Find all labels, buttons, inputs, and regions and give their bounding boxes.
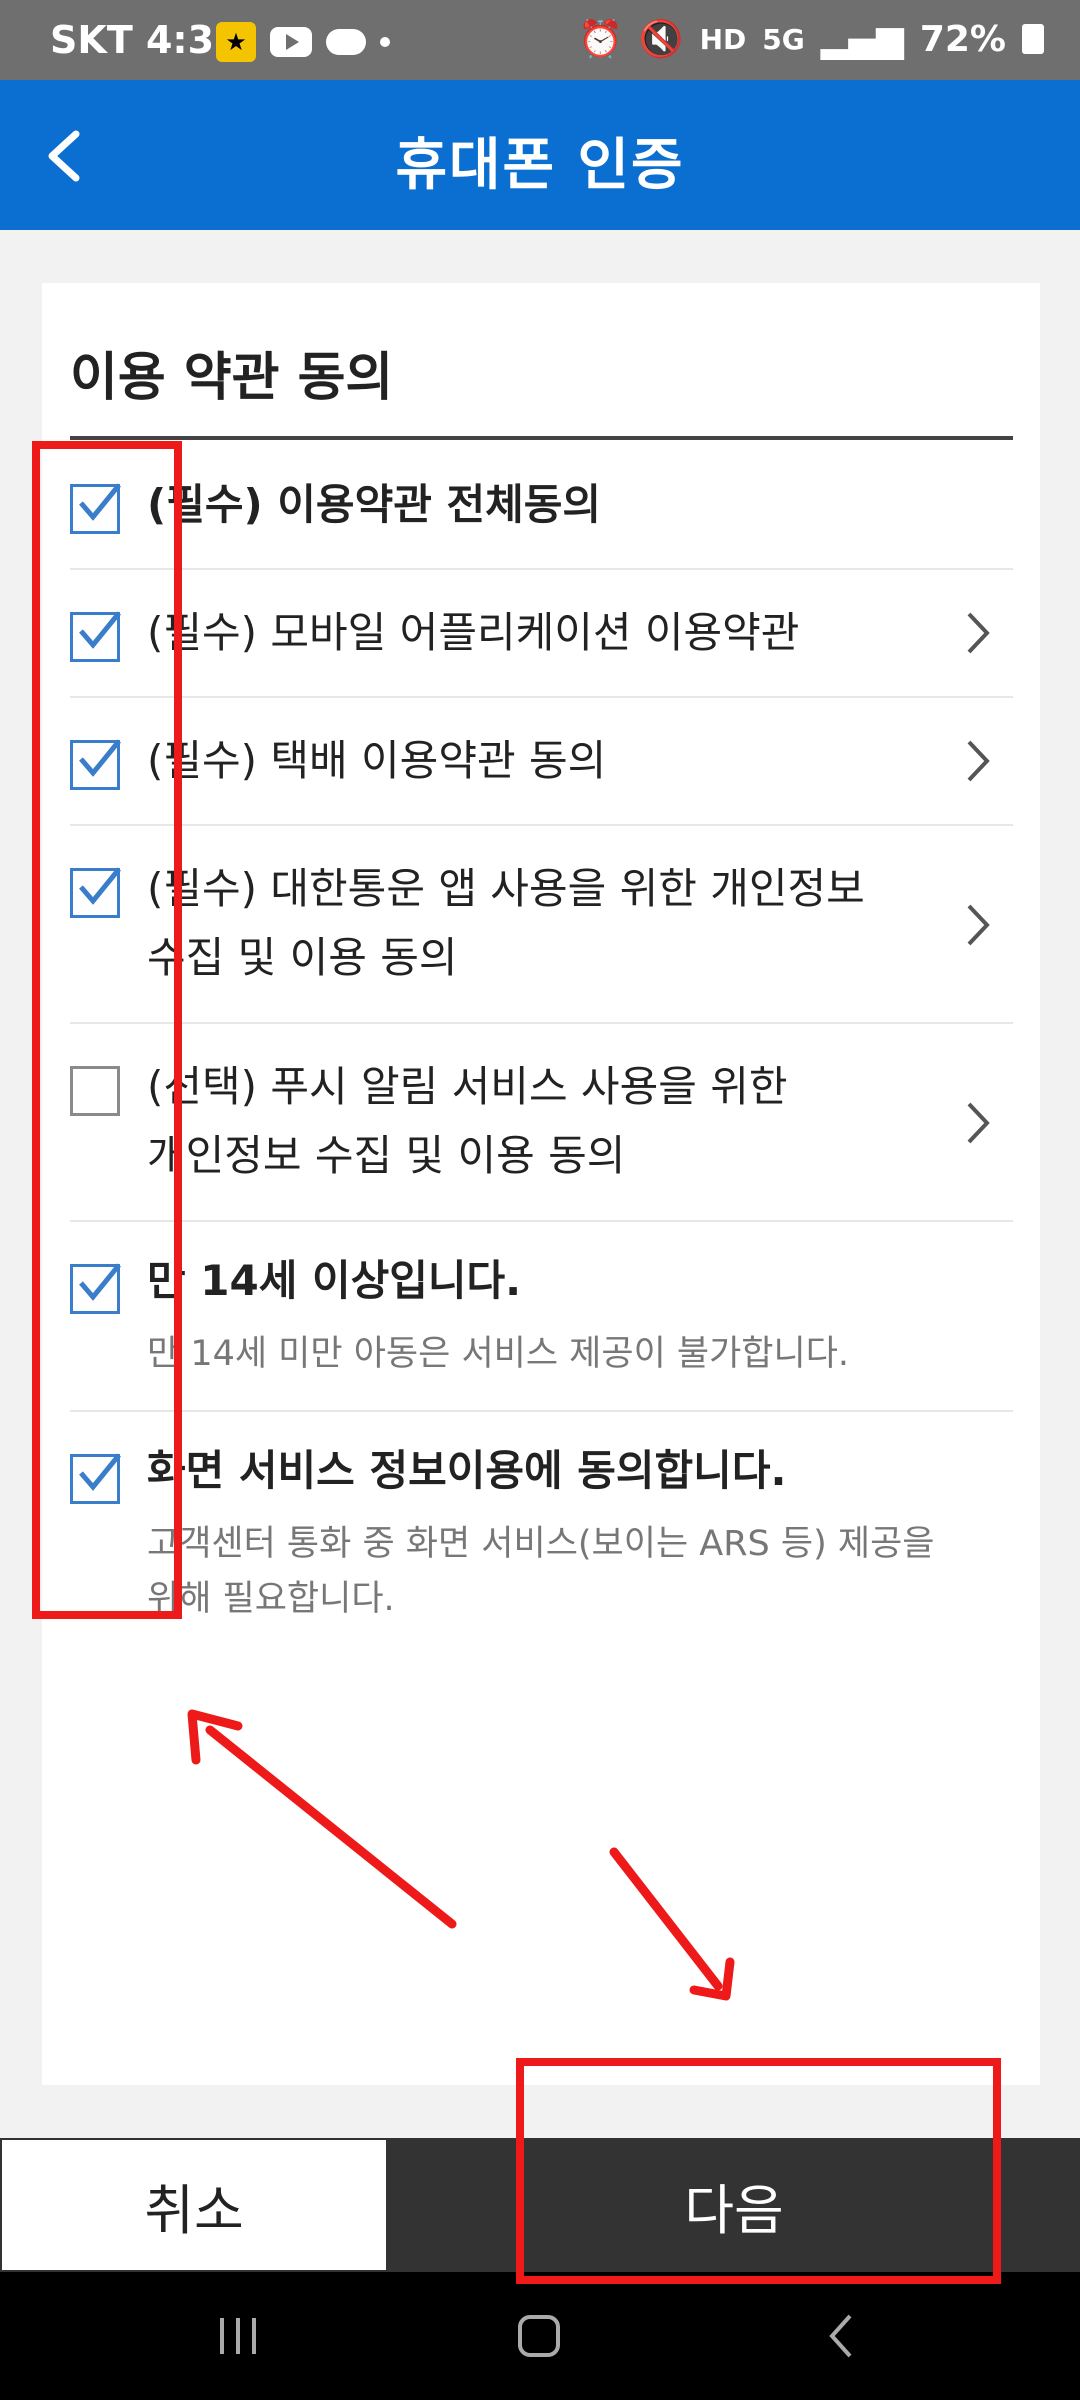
annotation-arrows bbox=[187, 1709, 735, 2001]
